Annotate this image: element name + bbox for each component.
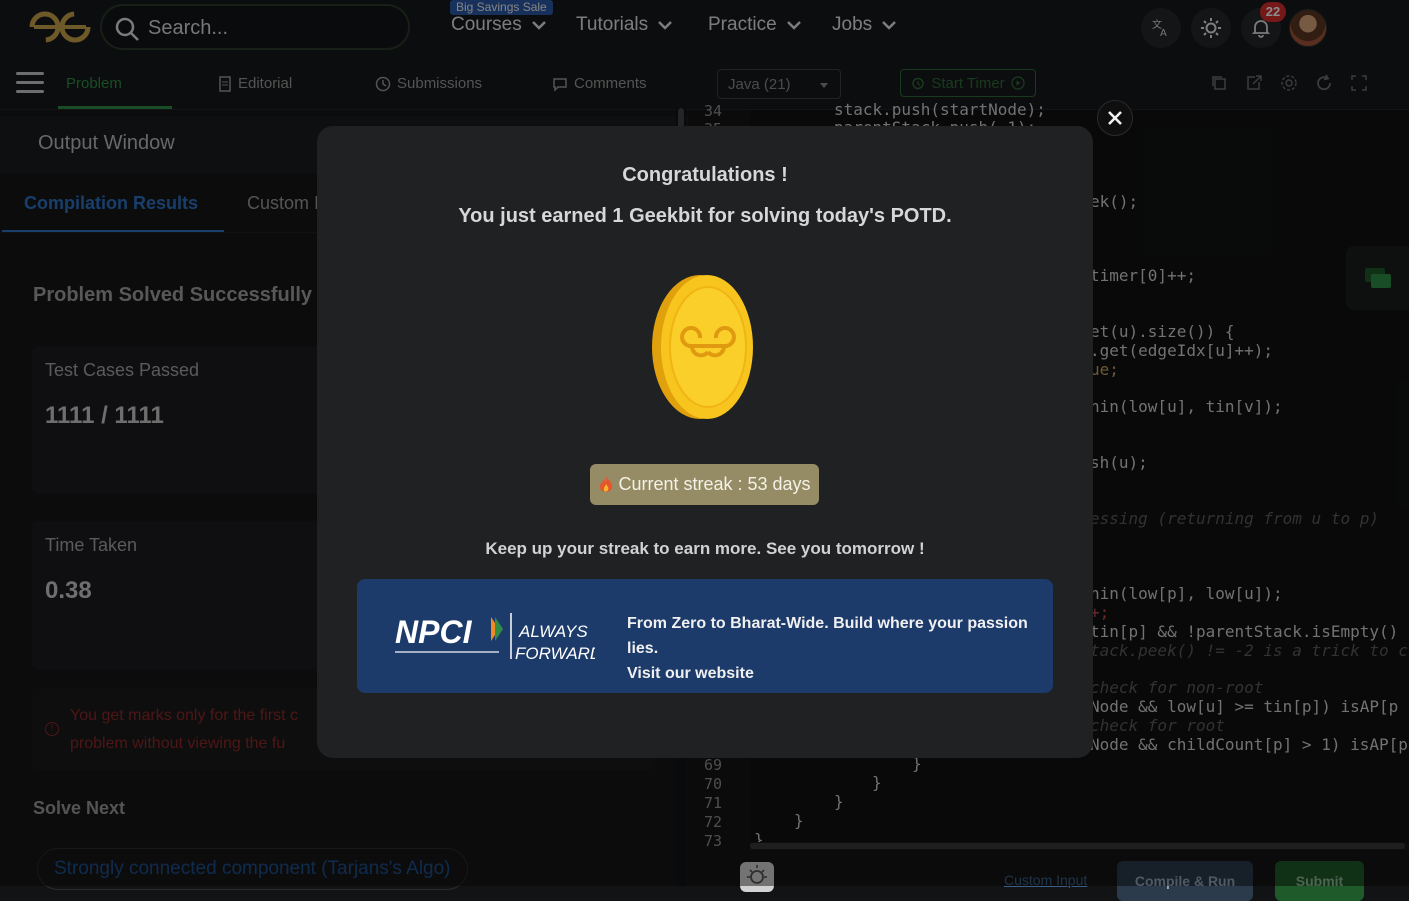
npci-ad-banner[interactable]: NPCI ALWAYS FORWARD From Zero to Bharat-… [357, 579, 1053, 693]
svg-text:ALWAYS: ALWAYS [518, 622, 588, 641]
npci-logo-text: NPCI [395, 614, 473, 650]
svg-text:FORWARD: FORWARD [515, 644, 595, 663]
visit-website-link[interactable]: Visit our website [627, 661, 1053, 686]
fire-icon [600, 475, 613, 492]
modal-subtitle: You just earned 1 Geekbit for solving to… [458, 205, 952, 227]
modal-title: Congratulations ! [622, 164, 788, 186]
npci-logo: NPCI ALWAYS FORWARD [395, 613, 595, 663]
keep-streak-text: Keep up your streak to earn more. See yo… [485, 539, 925, 558]
streak-badge: Current streak : 53 days [590, 464, 819, 505]
streak-text: Current streak : 53 days [618, 474, 811, 494]
close-button[interactable] [1097, 100, 1133, 136]
banner-text: From Zero to Bharat-Wide. Build where yo… [627, 611, 1053, 686]
close-icon [1108, 111, 1122, 125]
banner-headline: From Zero to Bharat-Wide. Build where yo… [627, 615, 1028, 657]
geekbit-coin-icon [652, 275, 753, 419]
congratulations-modal: Congratulations ! You just earned 1 Geek… [317, 126, 1093, 758]
